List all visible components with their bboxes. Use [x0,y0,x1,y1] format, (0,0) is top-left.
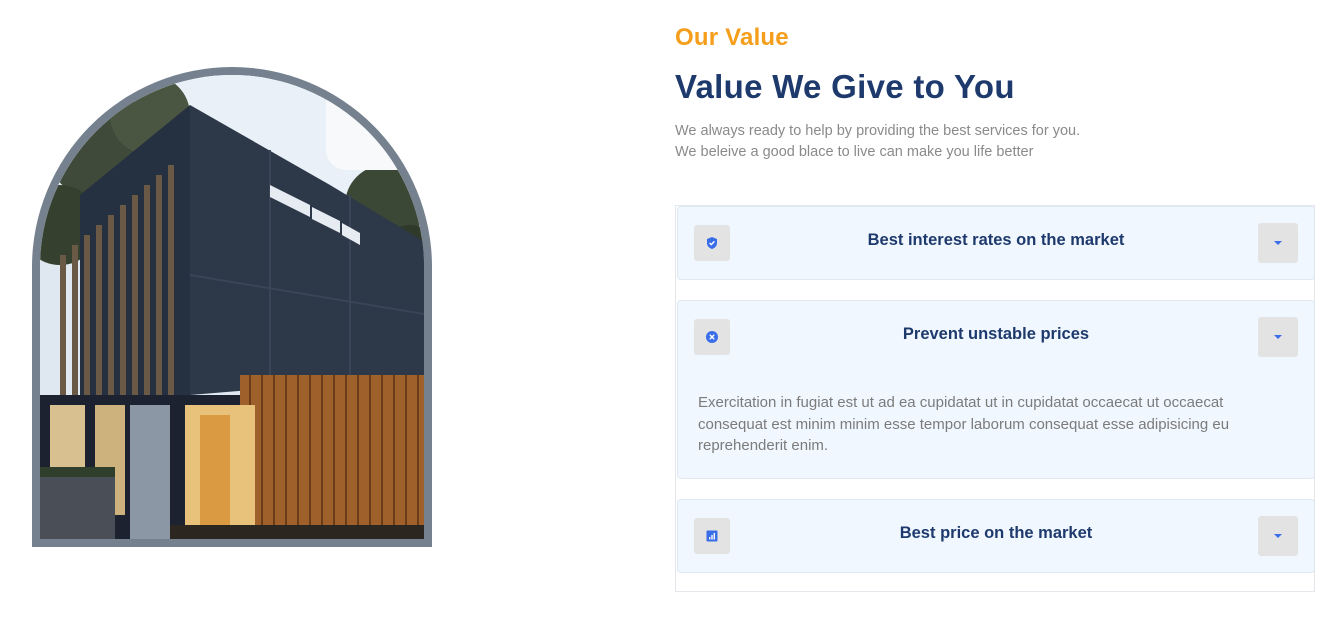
accordion-title: Best interest rates on the market [867,231,1125,249]
chevron-down-icon[interactable] [1258,223,1298,263]
accordion-header[interactable]: Best price on the market [678,500,1314,574]
accordion-item-best-price: Best price on the market [677,499,1315,573]
description-line: We beleive a good blace to live can make… [675,144,1034,160]
house-image [40,75,424,539]
bar-chart-icon [694,518,730,554]
section-description: We always ready to help by providing the… [675,121,1080,163]
accordion-item-interest-rates: Best interest rates on the market [677,206,1315,280]
house-image-frame [32,67,432,547]
section-subtitle: Our Value [675,24,789,51]
x-circle-icon [694,319,730,355]
accordion-item-unstable-prices: Prevent unstable prices Exercitation in … [677,300,1315,479]
chevron-down-icon[interactable] [1258,317,1298,357]
section-heading: Value We Give to You [675,68,1015,105]
value-section: Our Value Value We Give to You We always… [0,0,1344,631]
description-line: We always ready to help by providing the… [675,123,1081,139]
accordion-header[interactable]: Best interest rates on the market [678,207,1314,281]
shield-check-icon [694,225,730,261]
accordion-header[interactable]: Prevent unstable prices [678,301,1314,375]
value-accordion: Best interest rates on the market Preven… [675,205,1315,592]
accordion-title: Best price on the market [899,524,1093,542]
accordion-title: Prevent unstable prices [902,325,1090,343]
chevron-down-icon[interactable] [1258,516,1298,556]
accordion-body: Exercitation in fugiat est ut ad ea cupi… [698,394,1230,454]
